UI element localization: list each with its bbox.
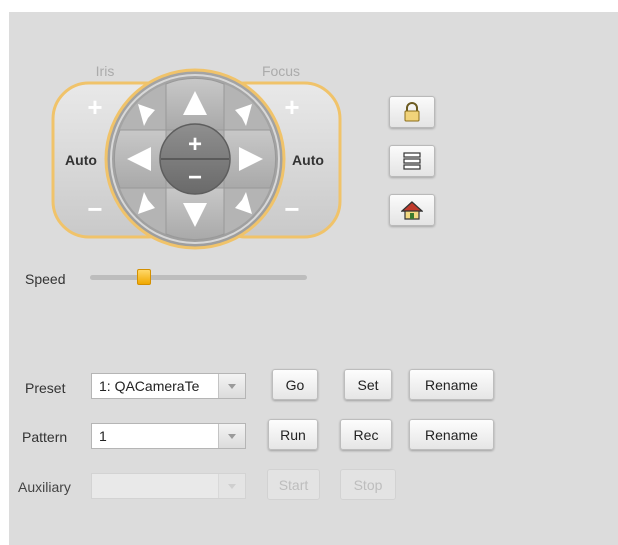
- preset-go-button[interactable]: Go: [272, 369, 318, 400]
- list-icon: [403, 152, 421, 170]
- pattern-rec-button[interactable]: Rec: [340, 419, 392, 450]
- speed-slider-track[interactable]: [90, 275, 307, 280]
- preset-select-value: 1: QACameraTe: [99, 378, 200, 394]
- preset-select[interactable]: 1: QACameraTe: [91, 373, 246, 399]
- home-icon: [401, 201, 423, 220]
- zoom-in-button[interactable]: +: [188, 131, 202, 158]
- home-button[interactable]: [389, 194, 435, 226]
- preset-set-button[interactable]: Set: [344, 369, 392, 400]
- menu-button[interactable]: [389, 145, 435, 177]
- iris-close-button[interactable]: −: [87, 194, 102, 224]
- auxiliary-select[interactable]: [91, 473, 246, 499]
- zoom-out-button[interactable]: −: [188, 164, 202, 191]
- pattern-run-button[interactable]: Run: [268, 419, 318, 450]
- lock-icon: [404, 102, 420, 122]
- chevron-down-icon: [218, 474, 245, 498]
- preset-rename-button[interactable]: Rename: [409, 369, 494, 400]
- speed-slider-thumb[interactable]: [137, 269, 151, 285]
- pattern-select-value: 1: [99, 428, 107, 444]
- speed-label: Speed: [25, 271, 66, 287]
- chevron-down-icon[interactable]: [218, 374, 245, 398]
- ptz-joystick: Iris Focus + Auto − + Auto − + −: [51, 63, 342, 250]
- auxiliary-start-button[interactable]: Start: [267, 469, 320, 500]
- iris-auto-button[interactable]: Auto: [65, 152, 97, 168]
- iris-label: Iris: [96, 63, 115, 79]
- direction-pad: + −: [104, 68, 286, 250]
- pattern-select[interactable]: 1: [91, 423, 246, 449]
- focus-label: Focus: [262, 63, 300, 79]
- lock-button[interactable]: [389, 96, 435, 128]
- focus-auto-button[interactable]: Auto: [292, 152, 324, 168]
- auxiliary-stop-button[interactable]: Stop: [340, 469, 396, 500]
- chevron-down-icon[interactable]: [218, 424, 245, 448]
- focus-far-button[interactable]: −: [284, 194, 299, 224]
- pattern-rename-button[interactable]: Rename: [409, 419, 494, 450]
- iris-open-button[interactable]: +: [87, 92, 102, 122]
- preset-label: Preset: [25, 380, 66, 396]
- pattern-label: Pattern: [22, 429, 68, 445]
- focus-near-button[interactable]: +: [284, 92, 299, 122]
- auxiliary-label: Auxiliary: [18, 479, 71, 495]
